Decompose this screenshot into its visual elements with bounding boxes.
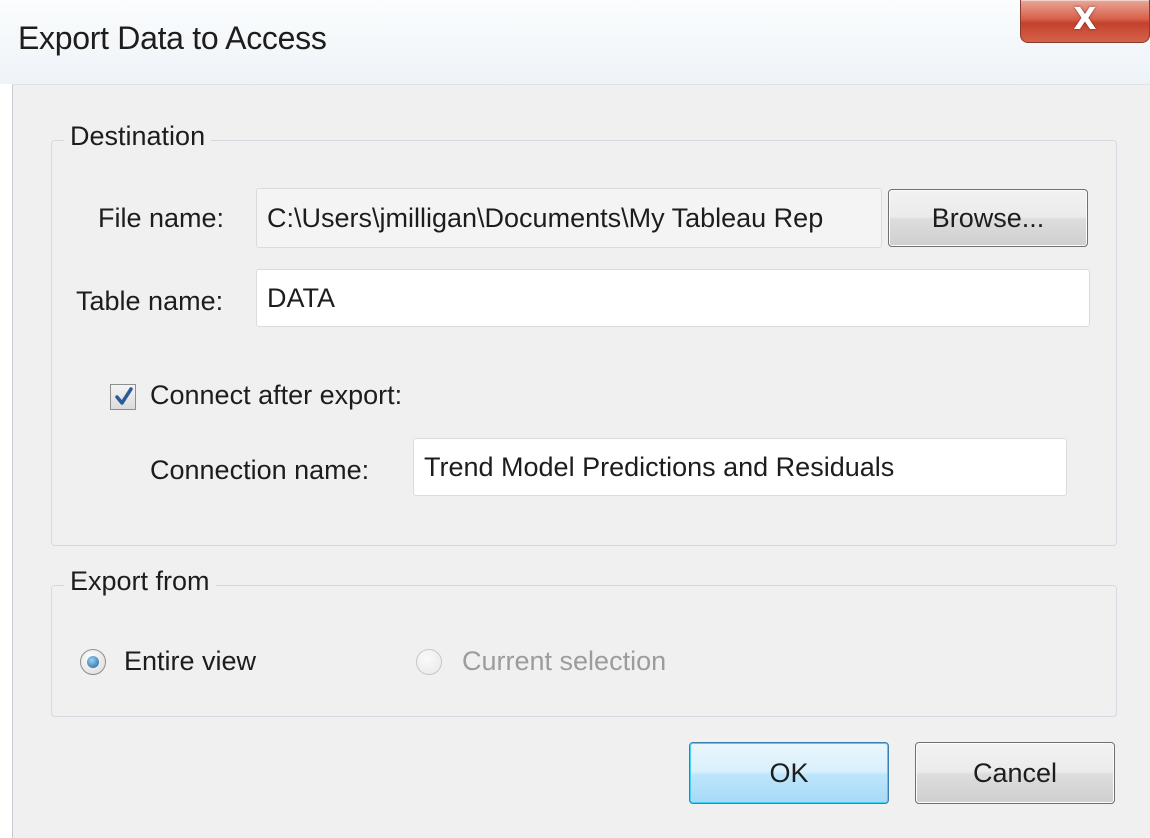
connection-name-input[interactable]: Trend Model Predictions and Residuals — [413, 438, 1067, 496]
title-bar: Export Data to Access X — [0, 0, 1150, 84]
table-name-label: Table name: — [76, 286, 224, 316]
browse-button[interactable]: Browse... — [888, 189, 1088, 247]
radio-selected-dot — [87, 656, 99, 668]
checkmark-icon — [115, 387, 133, 405]
close-icon: X — [1073, 2, 1097, 37]
connect-after-export-checkbox[interactable] — [110, 384, 136, 410]
destination-group: Destination File name: C:\Users\jmilliga… — [51, 121, 1117, 546]
connection-name-label: Connection name: — [150, 455, 370, 485]
close-button[interactable]: X — [1020, 0, 1150, 43]
current-selection-radio — [416, 649, 442, 675]
destination-legend: Destination — [64, 121, 212, 152]
export-from-group: Export from Entire view Current selectio… — [51, 566, 1117, 717]
entire-view-radio[interactable] — [80, 649, 106, 675]
export-dialog: Export Data to Access X Destination File… — [0, 0, 1150, 838]
current-selection-label: Current selection — [462, 646, 667, 676]
table-name-input[interactable]: DATA — [256, 269, 1090, 327]
dialog-body: Destination File name: C:\Users\jmilliga… — [12, 84, 1150, 838]
file-name-field[interactable]: C:\Users\jmilligan\Documents\My Tableau … — [256, 188, 882, 248]
cancel-button[interactable]: Cancel — [915, 742, 1115, 804]
ok-button[interactable]: OK — [689, 742, 889, 804]
window-title: Export Data to Access — [18, 20, 327, 56]
entire-view-label[interactable]: Entire view — [124, 646, 256, 677]
file-name-label: File name: — [98, 203, 225, 233]
connect-after-export-label[interactable]: Connect after export: — [150, 380, 402, 411]
export-from-legend: Export from — [64, 566, 216, 597]
